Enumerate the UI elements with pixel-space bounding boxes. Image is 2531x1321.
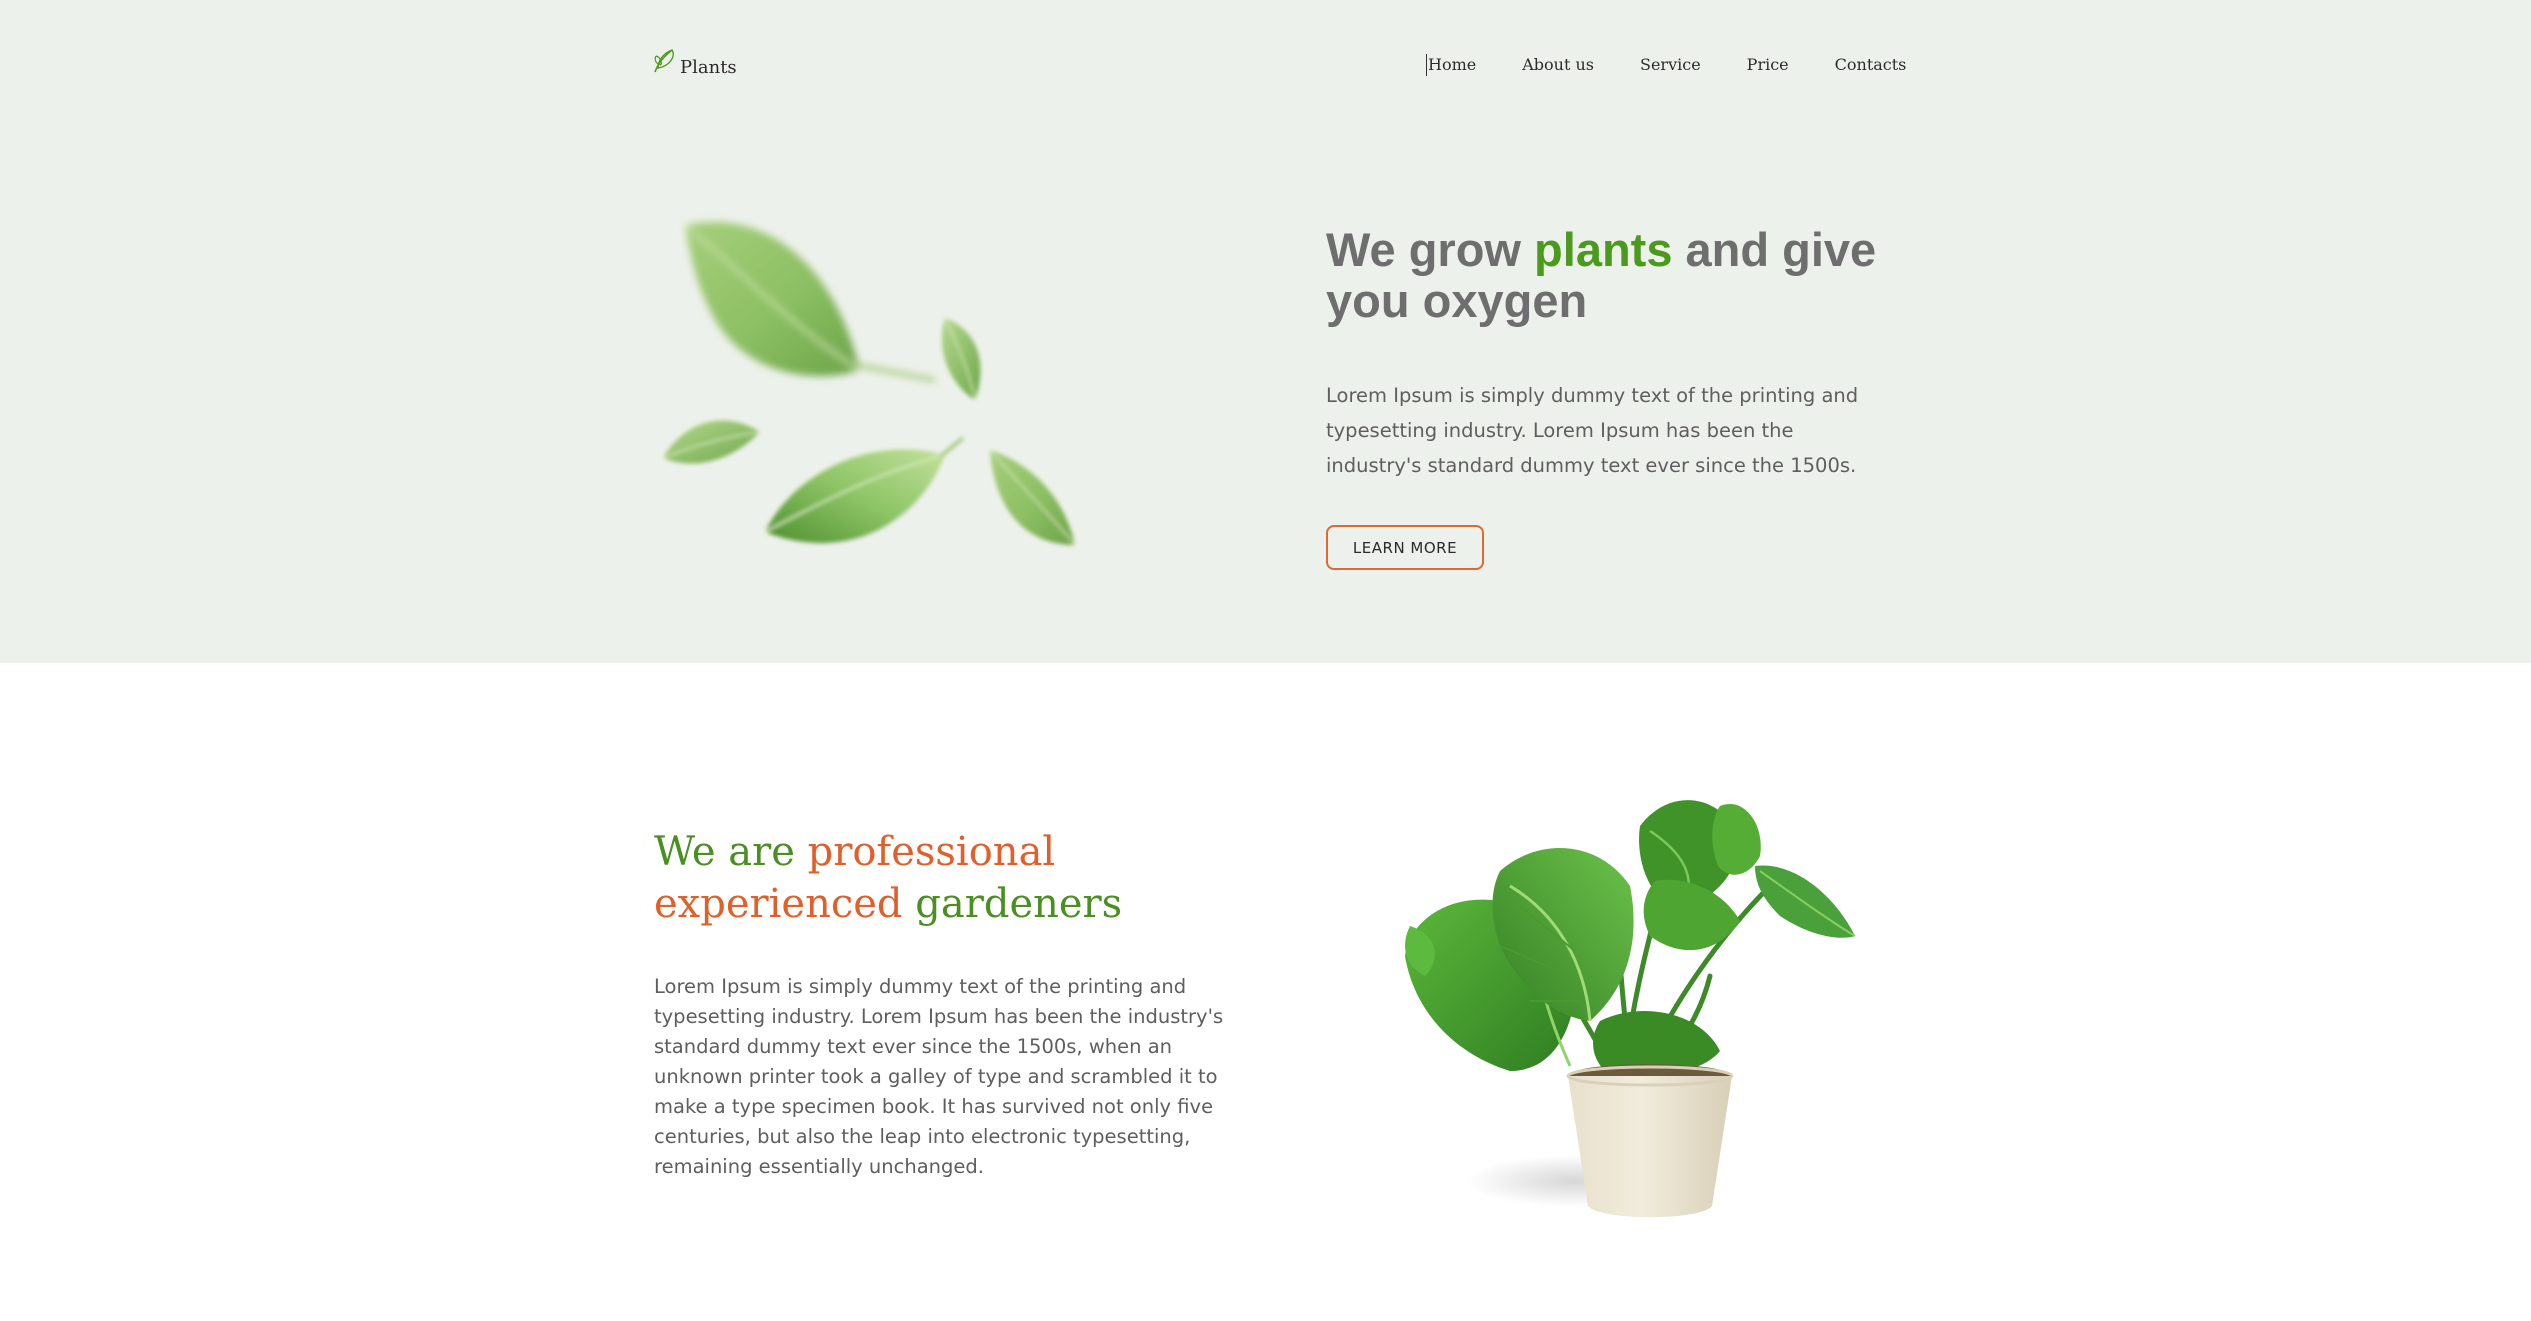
hero-description: Lorem Ipsum is simply dummy text of the …	[1326, 384, 1859, 477]
about-title: We are professional experienced gardener…	[654, 826, 1264, 930]
about-content: We are professional experienced gardener…	[654, 826, 1264, 1182]
nav-item-home[interactable]: Home	[1426, 54, 1476, 76]
monstera-leaves	[1405, 800, 1856, 1076]
leaf-icon	[654, 49, 674, 73]
about-title-part2: gardeners	[902, 881, 1123, 927]
hero-content: We grow plants and give you oxygen Lorem…	[1326, 224, 1916, 483]
small-leaf-left	[662, 420, 761, 464]
about-title-part1: We are	[654, 829, 808, 875]
logo[interactable]: Plants	[652, 46, 737, 78]
logo-text: Plants	[680, 57, 737, 78]
nav-item-service[interactable]: Service	[1640, 54, 1701, 76]
leaf-bottom-right	[989, 449, 1076, 546]
hero-title: We grow plants and give you oxygen	[1326, 224, 1916, 326]
nav-item-contacts[interactable]: Contacts	[1835, 54, 1907, 76]
plant-pot	[1566, 1064, 1734, 1218]
nav-item-about-us[interactable]: About us	[1522, 54, 1594, 76]
about-description: Lorem Ipsum is simply dummy text of the …	[654, 975, 1224, 1178]
nav-item-price[interactable]: Price	[1747, 54, 1789, 76]
medium-leaf-bottom	[764, 436, 964, 544]
potted-monstera-plant	[1405, 800, 1856, 1218]
learn-more-button[interactable]: LEARN MORE	[1326, 525, 1484, 570]
hero-title-accent: plants	[1534, 223, 1673, 276]
main-nav: Home About us Service Price Contacts	[1426, 54, 1906, 76]
small-leaf-top-right	[941, 317, 981, 401]
site-header: Plants Home About us Service Price Conta…	[0, 0, 2531, 130]
hero-title-part1: We grow	[1326, 223, 1535, 276]
large-leaf	[684, 221, 936, 382]
falling-leaves-illustration	[662, 221, 1076, 546]
